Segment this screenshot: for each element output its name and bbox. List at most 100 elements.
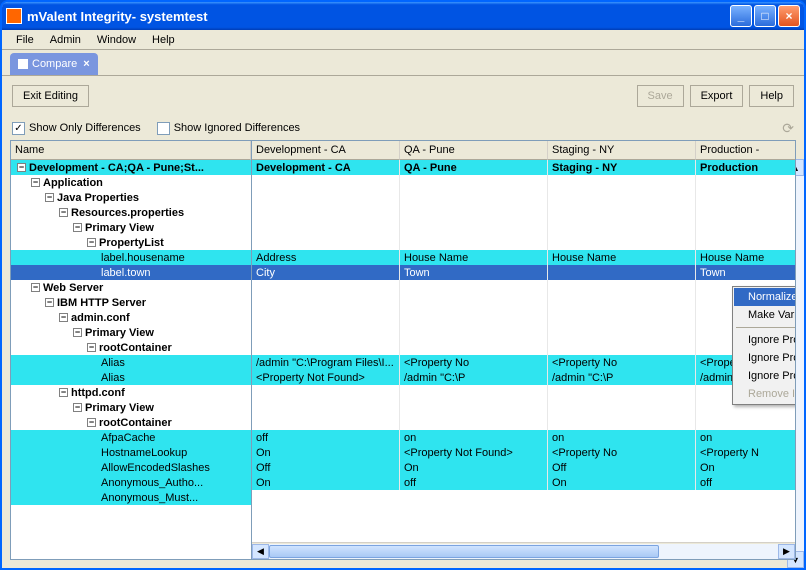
tree-row[interactable]: Anonymous_Autho... — [11, 475, 251, 490]
tree-expander-icon[interactable]: − — [45, 193, 54, 202]
tree-row[interactable]: −rootContainer — [11, 415, 251, 430]
grid-row[interactable]: offononon — [252, 430, 795, 445]
tree-expander-icon[interactable]: − — [45, 298, 54, 307]
close-button[interactable]: × — [778, 5, 800, 27]
tree-expander-icon[interactable]: − — [73, 403, 82, 412]
grid-row[interactable] — [252, 190, 795, 205]
tree-expander-icon[interactable]: − — [87, 343, 96, 352]
grid-cell — [252, 310, 400, 325]
grid-cell — [548, 400, 696, 415]
tree-row[interactable]: −rootContainer — [11, 340, 251, 355]
grid-row[interactable] — [252, 220, 795, 235]
tree-row[interactable]: −admin.conf — [11, 310, 251, 325]
grid-column-header[interactable]: Development - CA — [252, 141, 400, 160]
grid-column-header[interactable]: Production - — [696, 141, 796, 160]
tree-row[interactable]: label.housename — [11, 250, 251, 265]
tree-expander-icon[interactable]: − — [59, 313, 68, 322]
tree-expander-icon[interactable]: − — [73, 223, 82, 232]
grid-row[interactable] — [252, 175, 795, 190]
tree-row[interactable]: −Java Properties — [11, 190, 251, 205]
grid-row[interactable]: On<Property Not Found><Property No<Prope… — [252, 445, 795, 460]
tree-row[interactable]: Anonymous_Must... — [11, 490, 251, 505]
context-menu-item[interactable]: Ignore Property For This Session — [734, 367, 796, 385]
grid-row[interactable] — [252, 205, 795, 220]
scroll-thumb[interactable] — [269, 545, 659, 558]
maximize-button[interactable]: □ — [754, 5, 776, 27]
grid-cell — [696, 190, 795, 205]
grid-row[interactable] — [252, 325, 795, 340]
show-only-diff-checkbox[interactable]: ✓ Show Only Differences — [12, 122, 141, 135]
tree-expander-icon[interactable]: − — [87, 238, 96, 247]
grid-row[interactable] — [252, 400, 795, 415]
grid-cell: Address — [252, 250, 400, 265]
context-menu-item[interactable]: Make Variable... — [734, 306, 796, 324]
grid-row[interactable] — [252, 415, 795, 430]
tree-expander-icon[interactable]: − — [87, 418, 96, 427]
grid-cell — [252, 280, 400, 295]
context-menu-item[interactable]: Normalize Property Row... — [734, 288, 796, 306]
tree-expander-icon[interactable]: − — [73, 328, 82, 337]
grid-column-header[interactable]: Staging - NY — [548, 141, 696, 160]
tree-expander-icon[interactable]: − — [31, 178, 40, 187]
grid-row[interactable] — [252, 385, 795, 400]
grid-row[interactable]: AddressHouse NameHouse NameHouse Name — [252, 250, 795, 265]
tree-expander-icon[interactable]: − — [31, 283, 40, 292]
tree-row[interactable]: label.town — [11, 265, 251, 280]
grid-row[interactable]: CityTownTown — [252, 265, 795, 280]
context-menu-item[interactable]: Ignore Property (At Configuration Level) — [734, 331, 796, 349]
minimize-button[interactable]: _ — [730, 5, 752, 27]
tree-row[interactable]: AfpaCache — [11, 430, 251, 445]
window-title: mValent Integrity- systemtest — [27, 9, 730, 24]
grid-cell: <Property No — [400, 355, 548, 370]
show-ignored-checkbox[interactable]: Show Ignored Differences — [157, 122, 300, 135]
scroll-track[interactable] — [269, 544, 778, 559]
grid-row[interactable] — [252, 310, 795, 325]
scroll-left-icon[interactable]: ◀ — [252, 544, 269, 559]
tree-expander-icon[interactable]: − — [59, 208, 68, 217]
grid-cell: Development - CA — [252, 160, 400, 175]
grid-row[interactable]: /admin "C:\Program Files\I...<Property N… — [252, 355, 795, 370]
tab-close-icon[interactable]: × — [83, 58, 89, 70]
exit-editing-button[interactable]: Exit Editing — [12, 85, 89, 107]
tab-compare[interactable]: Compare × — [10, 53, 98, 75]
tree-row[interactable]: −Development - CA;QA - Pune;St... — [11, 160, 251, 175]
export-button[interactable]: Export — [690, 85, 744, 107]
help-button[interactable]: Help — [749, 85, 794, 107]
tree-row[interactable]: −httpd.conf — [11, 385, 251, 400]
tree-row[interactable]: HostnameLookup — [11, 445, 251, 460]
tree-header[interactable]: Name — [11, 141, 251, 160]
grid-row[interactable]: OnoffOnoff — [252, 475, 795, 490]
tree-row[interactable]: −Web Server — [11, 280, 251, 295]
grid-row[interactable]: OffOnOffOn — [252, 460, 795, 475]
context-menu-item[interactable]: Ignore Property (At Asset Level) — [734, 349, 796, 367]
tree-row[interactable]: −Primary View — [11, 325, 251, 340]
grid-hscrollbar[interactable]: ◀ ▶ — [252, 542, 795, 559]
menu-admin[interactable]: Admin — [42, 32, 89, 48]
tree-label: Primary View — [85, 222, 154, 234]
menu-window[interactable]: Window — [89, 32, 144, 48]
tree-row[interactable]: −Primary View — [11, 400, 251, 415]
grid-row[interactable] — [252, 235, 795, 250]
grid-row[interactable] — [252, 340, 795, 355]
grid-cell: off — [252, 430, 400, 445]
tree-row[interactable]: −Application — [11, 175, 251, 190]
menu-file[interactable]: File — [8, 32, 42, 48]
grid-row[interactable] — [252, 280, 795, 295]
tree-row[interactable]: Alias — [11, 355, 251, 370]
tree-row[interactable]: −IBM HTTP Server — [11, 295, 251, 310]
grid-row[interactable]: Development - CAQA - PuneStaging - NYPro… — [252, 160, 795, 175]
grid-row[interactable] — [252, 295, 795, 310]
grid-column-header[interactable]: QA - Pune — [400, 141, 548, 160]
tree-row[interactable]: AllowEncodedSlashes — [11, 460, 251, 475]
tree-expander-icon[interactable]: − — [59, 388, 68, 397]
grid-row[interactable]: <Property Not Found>/admin "C:\P/admin "… — [252, 370, 795, 385]
grid-cell — [696, 175, 795, 190]
tree-row[interactable]: −Primary View — [11, 220, 251, 235]
menu-help[interactable]: Help — [144, 32, 183, 48]
tree-row[interactable]: −PropertyList — [11, 235, 251, 250]
refresh-icon[interactable]: ⟳ — [782, 120, 794, 137]
tree-row[interactable]: −Resources.properties — [11, 205, 251, 220]
scroll-right-icon[interactable]: ▶ — [778, 544, 795, 559]
tree-row[interactable]: Alias — [11, 370, 251, 385]
tree-expander-icon[interactable]: − — [17, 163, 26, 172]
